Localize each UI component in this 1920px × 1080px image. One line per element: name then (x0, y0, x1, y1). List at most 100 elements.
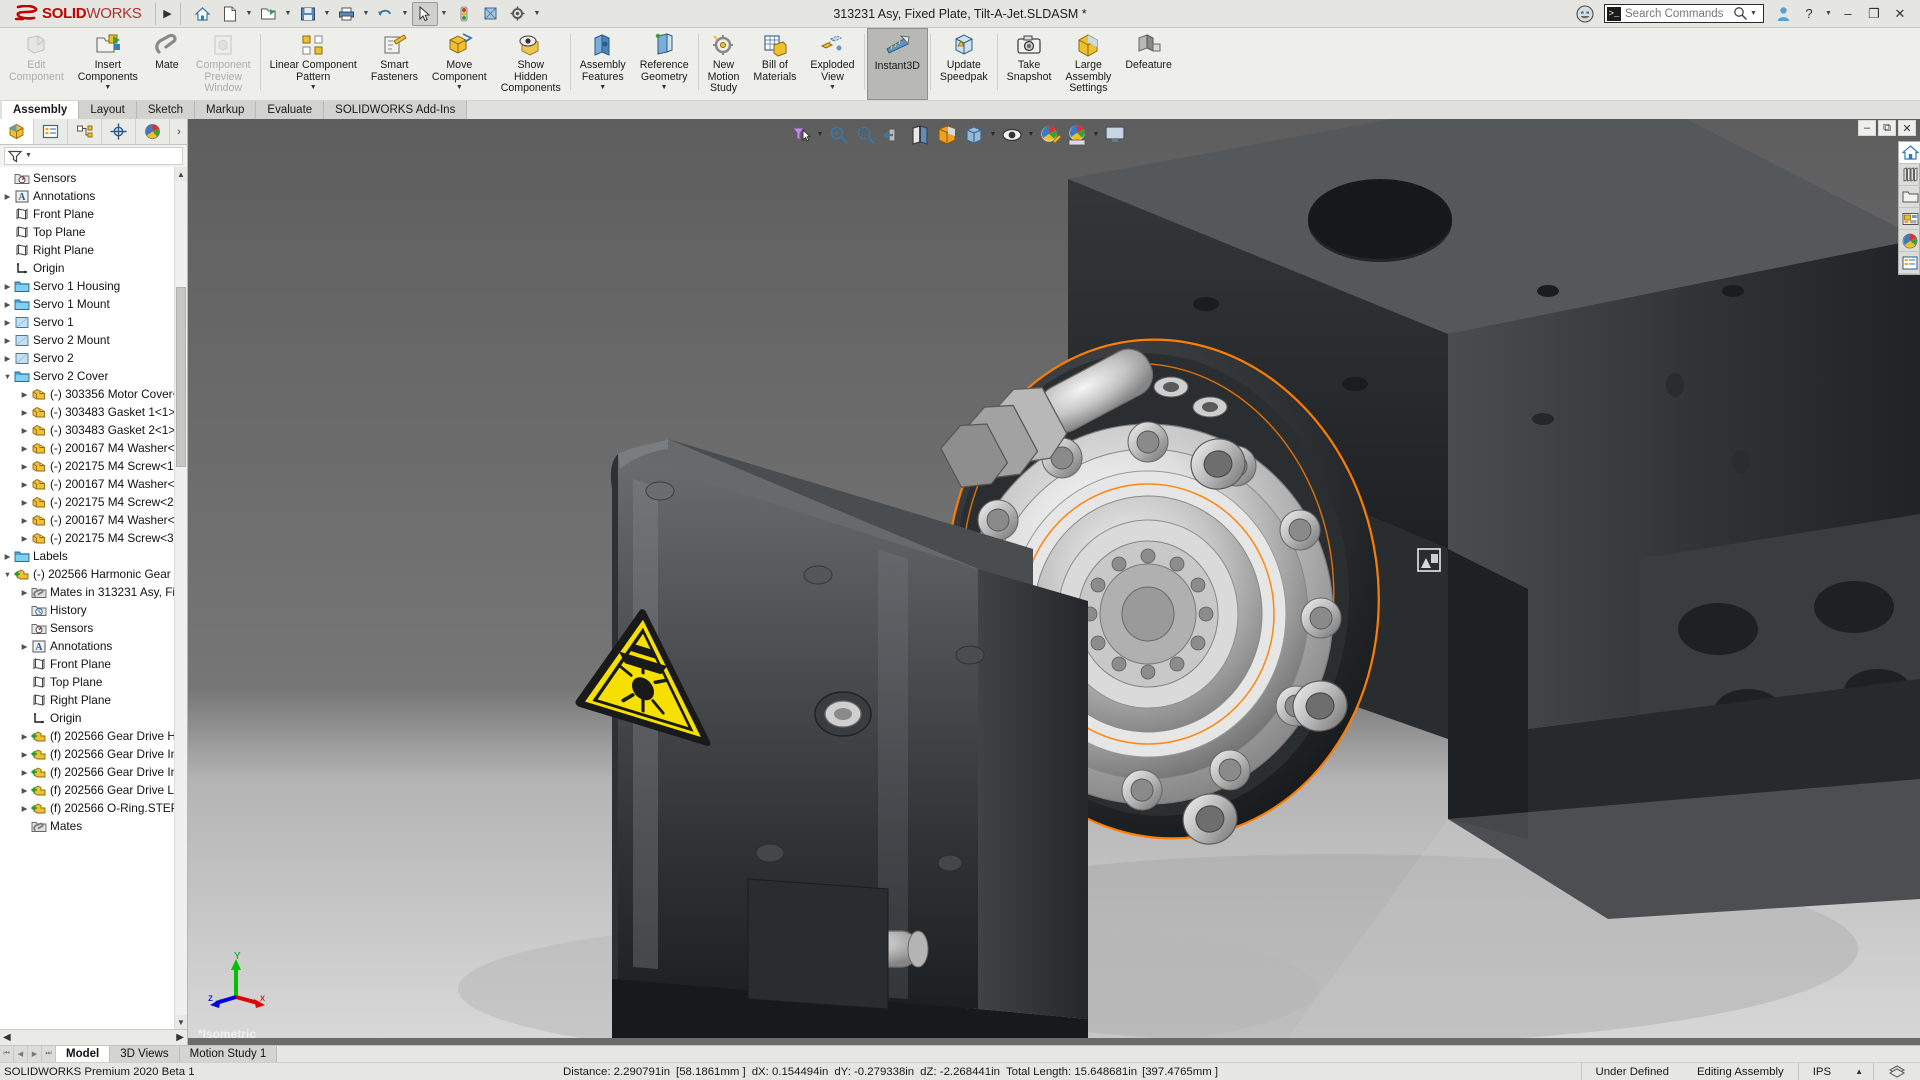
search-dropdown-caret[interactable]: ▼ (1748, 2, 1759, 26)
help-dropdown-caret[interactable]: ▼ (1823, 2, 1834, 26)
tree-item[interactable]: ▶ Servo 1 (0, 313, 187, 331)
tree-filter-box[interactable]: ▼ (4, 147, 183, 165)
new-document-dropdown-caret[interactable]: ▼ (244, 2, 255, 26)
tree-expand-arrow[interactable]: ▶ (19, 390, 30, 399)
bottom-tab-model[interactable]: Model (56, 1046, 111, 1062)
tree-item[interactable]: Mates (0, 817, 187, 835)
tree-expand-arrow[interactable]: ▶ (19, 480, 30, 489)
edit-appearance-icon[interactable] (1037, 122, 1063, 147)
tree-item[interactable]: ▶ (f) 202566 Gear Drive Inner (0, 745, 187, 763)
ribbon-button-dropdown-caret[interactable]: ▼ (599, 84, 606, 91)
tree-scrollbar[interactable]: ▲ ▼ (174, 167, 187, 1029)
search-input[interactable] (1625, 7, 1733, 20)
tree-expand-arrow[interactable]: ▶ (19, 408, 30, 417)
file-explorer-icon[interactable] (1899, 186, 1920, 208)
tree-collapse-arrow[interactable]: ▼ (2, 570, 13, 579)
tree-expand-arrow[interactable]: ▶ (2, 552, 13, 561)
display-manager-tab[interactable] (136, 119, 170, 144)
tree-item[interactable]: ▶ (-) 200167 M4 Washer<3> (0, 511, 187, 529)
tree-item[interactable]: ▶ (-) 202175 M4 Screw<1> (I (0, 457, 187, 475)
tab-sketch[interactable]: Sketch (136, 101, 196, 119)
ribbon-button-insert-components[interactable]: Insert Components ▼ (71, 28, 145, 100)
tree-expand-arrow[interactable]: ▶ (19, 444, 30, 453)
feature-manager-more-arrow[interactable]: › (171, 119, 187, 144)
previous-view-icon[interactable] (880, 122, 906, 147)
solidworks-account-avatar-icon[interactable] (1573, 2, 1597, 26)
design-library-icon[interactable] (1899, 164, 1920, 186)
ribbon-button-bill-of-materials[interactable]: Bill of Materials (746, 28, 803, 100)
tree-item[interactable]: Front Plane (0, 205, 187, 223)
tree-expand-arrow[interactable]: ▶ (2, 282, 13, 291)
filter-select-icon[interactable] (788, 122, 814, 147)
ribbon-button-reference-geometry[interactable]: Reference Geometry ▼ (633, 28, 696, 100)
graphics-viewport[interactable]: ▼ ▼ ▼ ▼ – ⧉ ✕ Y x z *Isometric (188, 119, 1920, 1045)
tree-expand-arrow[interactable]: ▶ (19, 750, 30, 759)
tree-scroll-down-arrow[interactable]: ▼ (175, 1015, 187, 1029)
tree-item[interactable]: ▶ (-) 200167 M4 Washer<2> (0, 475, 187, 493)
tree-item[interactable]: ▶ Servo 1 Housing (0, 277, 187, 295)
units-dropdown-caret[interactable]: ▲ (1845, 1067, 1873, 1076)
tree-item[interactable]: ▶ (-) 202175 M4 Screw<3> (I (0, 529, 187, 547)
orientation-triad[interactable]: Y x z (208, 951, 268, 1011)
panel-expand-right[interactable]: ▶ (176, 1032, 184, 1043)
tree-item[interactable]: ▶ Servo 2 (0, 349, 187, 367)
tree-expand-arrow[interactable]: ▶ (19, 498, 30, 507)
tree-expand-arrow[interactable]: ▶ (19, 768, 30, 777)
tree-item[interactable]: Top Plane (0, 673, 187, 691)
bottom-tab-motion-study-1[interactable]: Motion Study 1 (179, 1046, 278, 1062)
tree-item[interactable]: Right Plane (0, 691, 187, 709)
close-button[interactable]: ✕ (1888, 2, 1912, 26)
ribbon-button-dropdown-caret[interactable]: ▼ (829, 84, 836, 91)
tree-expand-arrow[interactable]: ▶ (19, 426, 30, 435)
tree-item[interactable]: ▶ (-) 303356 Motor Cover<1> (0, 385, 187, 403)
display-style-icon[interactable] (961, 122, 987, 147)
display-style-dropdown-caret[interactable]: ▼ (988, 131, 998, 138)
tree-item[interactable]: ▶ Labels (0, 547, 187, 565)
tree-item[interactable]: ▶ (-) 200167 M4 Washer<1> (0, 439, 187, 457)
options-gear-icon[interactable] (505, 2, 531, 26)
undo-icon[interactable] (373, 2, 399, 26)
tree-item[interactable]: ▶ Servo 2 Mount (0, 331, 187, 349)
ribbon-button-move-component[interactable]: Move Component ▼ (425, 28, 494, 100)
tree-item[interactable]: ▶ Mates in 313231 Asy, Fixed (0, 583, 187, 601)
print-dropdown-caret[interactable]: ▼ (361, 2, 372, 26)
ribbon-button-dropdown-caret[interactable]: ▼ (661, 84, 668, 91)
tree-expand-arrow[interactable]: ▶ (2, 192, 13, 201)
ribbon-button-mate[interactable]: Mate (145, 28, 189, 100)
search-icon[interactable] (1733, 6, 1748, 21)
tree-expand-arrow[interactable]: ▶ (19, 804, 30, 813)
select-cursor-icon[interactable] (411, 1, 438, 26)
ribbon-button-take-snapshot[interactable]: Take Snapshot (1000, 28, 1059, 100)
tree-expand-arrow[interactable]: ▶ (2, 318, 13, 327)
tree-item[interactable]: Sensors (0, 169, 187, 187)
ribbon-button-linear-component-pattern[interactable]: Linear Component Pattern ▼ (263, 28, 364, 100)
apply-scene-icon[interactable] (1064, 122, 1090, 147)
apply-scene-dropdown-caret[interactable]: ▼ (1091, 131, 1101, 138)
property-manager-tab[interactable] (34, 119, 68, 144)
ribbon-button-dropdown-caret[interactable]: ▼ (104, 84, 111, 91)
view-orientation-icon[interactable] (934, 122, 960, 147)
display-style-icon[interactable] (478, 2, 504, 26)
hide-show-dropdown-caret[interactable]: ▼ (1026, 131, 1036, 138)
tab-layout[interactable]: Layout (79, 101, 137, 119)
tab-solidworks-add-ins[interactable]: SOLIDWORKS Add-Ins (324, 101, 468, 119)
ribbon-button-update-speedpak[interactable]: Update Speedpak (933, 28, 995, 100)
tab-nav-prev[interactable]: ◀ (14, 1045, 28, 1063)
zoom-to-fit-icon[interactable] (826, 122, 852, 147)
rebuild-icon[interactable] (451, 2, 477, 26)
ribbon-button-assembly-features[interactable]: Assembly Features ▼ (573, 28, 633, 100)
tree-collapse-arrow[interactable]: ▼ (2, 372, 13, 381)
tree-item[interactable]: ▶ (f) 202566 Gear Drive Hous (0, 727, 187, 745)
ribbon-button-new-motion-study[interactable]: New Motion Study (701, 28, 747, 100)
tab-nav-first[interactable]: ⏮ (0, 1045, 14, 1063)
document-minimize-button[interactable]: – (1858, 120, 1876, 136)
tree-scroll-thumb[interactable] (176, 287, 186, 467)
tree-item[interactable]: ▶ (f) 202566 Gear Drive Lip S (0, 781, 187, 799)
minimize-button[interactable]: – (1836, 2, 1860, 26)
tree-expand-arrow[interactable]: ▶ (19, 516, 30, 525)
filter-dropdown-caret[interactable]: ▼ (815, 131, 825, 138)
tree-expand-arrow[interactable]: ▶ (19, 642, 30, 651)
ribbon-button-large-assembly-settings[interactable]: Large Assembly Settings (1058, 28, 1118, 100)
tree-expand-arrow[interactable]: ▶ (2, 354, 13, 363)
tab-nav-last[interactable]: ⏭ (42, 1045, 56, 1063)
